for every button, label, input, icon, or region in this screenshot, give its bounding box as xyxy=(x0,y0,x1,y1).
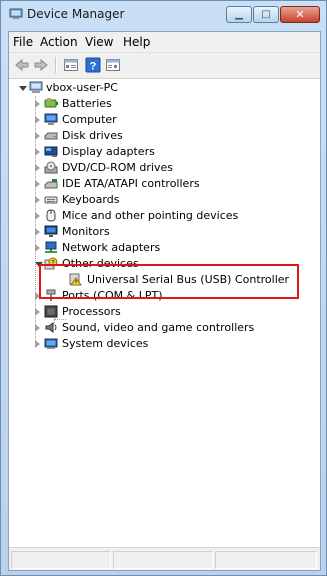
computer-icon xyxy=(44,113,58,125)
minimize-button[interactable]: ▁ xyxy=(226,6,252,23)
device-manager-window: Device Manager ▁ □ ✕ File Action View He… xyxy=(0,0,327,576)
maximize-icon: □ xyxy=(261,9,271,20)
toolbar: ? xyxy=(9,53,320,79)
tree-item-label: Display adapters xyxy=(62,145,155,158)
properties-icon[interactable] xyxy=(63,57,79,73)
tree-root[interactable]: vbox-user-PC xyxy=(9,80,309,96)
maximize-button[interactable]: □ xyxy=(253,6,279,23)
tree-item-label: Disk drives xyxy=(62,129,123,142)
ide-controller-icon xyxy=(44,179,58,189)
tree-item-computer[interactable]: Computer xyxy=(9,112,309,128)
tree-item-processors[interactable]: Processors xyxy=(9,304,309,320)
tree-item-label: Batteries xyxy=(62,97,112,110)
toolbar-separator xyxy=(55,57,57,73)
expand-arrow-icon[interactable] xyxy=(35,180,40,188)
tree-item-ide-controllers[interactable]: IDE ATA/ATAPI controllers xyxy=(9,176,309,192)
computer-icon xyxy=(29,81,43,93)
tree-item-system-devices[interactable]: System devices xyxy=(9,336,309,352)
battery-icon xyxy=(44,98,58,108)
mouse-icon xyxy=(46,209,56,222)
expand-arrow-icon[interactable] xyxy=(35,164,40,172)
back-arrow-icon[interactable] xyxy=(14,57,30,73)
dvd-drive-icon xyxy=(44,161,58,174)
tree-item-monitors[interactable]: Monitors xyxy=(9,224,309,240)
device-tree: vbox-user-PC Batteries Computer Disk dri… xyxy=(9,79,320,537)
status-pane xyxy=(11,551,111,569)
menu-bar: File Action View Help xyxy=(9,32,320,53)
expand-arrow-icon[interactable] xyxy=(35,116,40,124)
window-title: Device Manager xyxy=(27,7,125,21)
expand-arrow-icon[interactable] xyxy=(35,196,40,204)
tree-item-keyboards[interactable]: Keyboards xyxy=(9,192,309,208)
expand-arrow-icon[interactable] xyxy=(35,244,40,252)
collapse-arrow-icon[interactable] xyxy=(19,86,27,91)
expand-arrow-icon[interactable] xyxy=(35,228,40,236)
tree-item-label: Network adapters xyxy=(62,241,161,254)
tree-item-label: Sound, video and game controllers xyxy=(62,321,255,334)
help-icon[interactable]: ? xyxy=(85,57,101,73)
menu-help[interactable]: Help xyxy=(123,35,150,49)
status-bar xyxy=(9,547,320,570)
tree-item-label: Monitors xyxy=(62,225,110,238)
minimize-icon: ▁ xyxy=(235,9,243,20)
highlight-box xyxy=(39,264,299,299)
system-devices-icon xyxy=(44,338,58,349)
expand-arrow-icon[interactable] xyxy=(35,132,40,140)
tree-item-label: Mice and other pointing devices xyxy=(62,209,239,222)
menu-file[interactable]: File xyxy=(13,35,33,49)
device-manager-icon xyxy=(9,8,23,19)
view-icon[interactable] xyxy=(105,57,121,73)
tree-item-display-adapters[interactable]: Display adapters xyxy=(9,144,309,160)
tree-item-label: System devices xyxy=(62,337,149,350)
menu-view[interactable]: View xyxy=(85,35,113,49)
sound-icon xyxy=(45,322,57,333)
tree-item-label: Keyboards xyxy=(62,193,120,206)
client-area: File Action View Help ? vbox-user-PC Bat… xyxy=(8,31,321,571)
tree-item-sound[interactable]: Sound, video and game controllers xyxy=(9,320,309,336)
close-icon: ✕ xyxy=(295,8,305,21)
keyboard-icon xyxy=(44,196,58,204)
title-bar[interactable]: Device Manager ▁ □ ✕ xyxy=(1,1,326,29)
display-adapter-icon xyxy=(44,146,58,157)
tree-item-label: DVD/CD-ROM drives xyxy=(62,161,173,174)
tree-item-dvd-drives[interactable]: DVD/CD-ROM drives xyxy=(9,160,309,176)
tree-item-label: Computer xyxy=(62,113,117,126)
expand-arrow-icon[interactable] xyxy=(35,148,40,156)
tree-item-disk-drives[interactable]: Disk drives xyxy=(9,128,309,144)
svg-text:?: ? xyxy=(90,61,97,73)
forward-arrow-icon[interactable] xyxy=(33,57,49,73)
monitor-icon xyxy=(44,225,58,237)
expand-arrow-icon[interactable] xyxy=(35,212,40,220)
status-pane xyxy=(113,551,213,569)
tree-item-batteries[interactable]: Batteries xyxy=(9,96,309,112)
network-adapter-icon xyxy=(45,241,57,253)
close-button[interactable]: ✕ xyxy=(280,6,320,23)
tree-item-label: IDE ATA/ATAPI controllers xyxy=(62,177,200,190)
tree-item-label: Processors xyxy=(62,305,121,318)
expand-arrow-icon[interactable] xyxy=(35,100,40,108)
tree-root-label: vbox-user-PC xyxy=(46,81,118,94)
expand-arrow-icon[interactable] xyxy=(35,324,40,332)
menu-action[interactable]: Action xyxy=(40,35,78,49)
tree-item-mice[interactable]: Mice and other pointing devices xyxy=(9,208,309,224)
tree-item-network-adapters[interactable]: Network adapters xyxy=(9,240,309,256)
processor-icon xyxy=(44,305,58,318)
expand-arrow-icon[interactable] xyxy=(35,308,40,316)
status-pane xyxy=(215,551,317,569)
expand-arrow-icon[interactable] xyxy=(35,340,40,348)
disk-drive-icon xyxy=(44,132,58,140)
